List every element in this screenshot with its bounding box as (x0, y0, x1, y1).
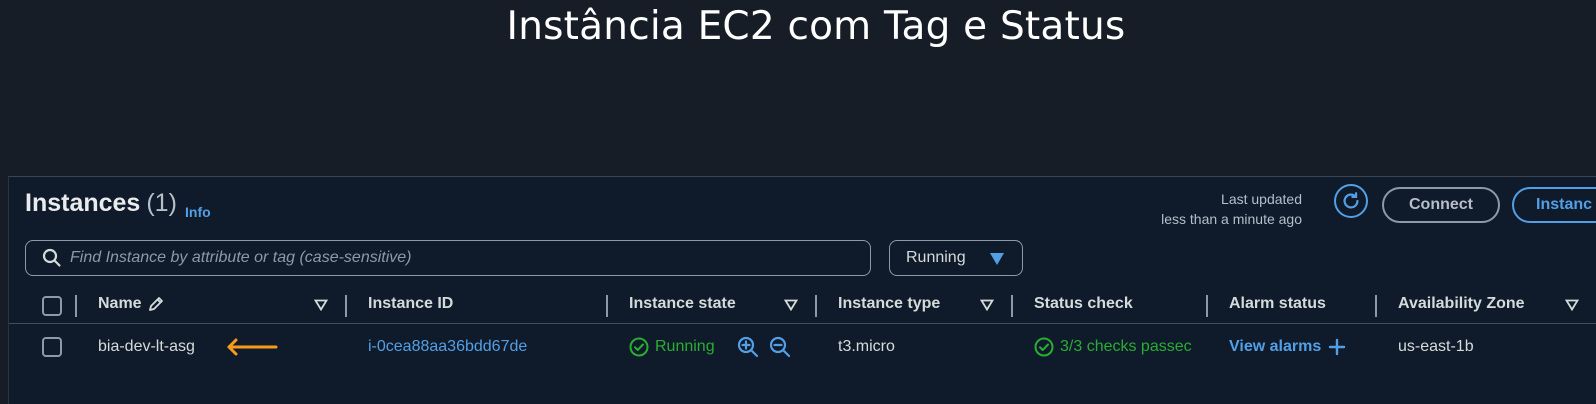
check-circle-icon (629, 337, 649, 357)
plus-icon[interactable] (1328, 338, 1346, 356)
pencil-icon (148, 297, 163, 311)
table-row[interactable]: bia-dev-lt-asg i-0cea88aa36bdd67de Runni… (9, 325, 1596, 369)
column-header-alarm-status[interactable]: Alarm status (1229, 285, 1326, 323)
state-filter-value: Running (906, 249, 966, 266)
column-header-instance-state[interactable]: Instance state (629, 285, 736, 323)
table-header: Name Instance ID Instance state Instance… (9, 285, 1596, 324)
status-check-value: 3/3 checks passec (1060, 338, 1192, 355)
refresh-icon (1343, 192, 1359, 209)
cell-name: bia-dev-lt-asg (98, 338, 195, 355)
cell-status-check: 3/3 checks passec (1034, 325, 1206, 369)
connect-button[interactable]: Connect (1382, 187, 1500, 223)
check-circle-icon (1034, 337, 1054, 357)
column-divider (815, 295, 817, 317)
sort-icon[interactable] (314, 299, 328, 311)
column-divider (606, 295, 608, 317)
search-icon (42, 248, 61, 267)
sort-icon[interactable] (1565, 299, 1579, 311)
column-header-availability-zone[interactable]: Availability Zone (1398, 285, 1525, 323)
row-checkbox[interactable] (42, 337, 62, 357)
arrow-left-icon (227, 338, 278, 356)
last-updated-value: less than a minute ago (1161, 211, 1302, 227)
state-filter-select[interactable]: Running (889, 240, 1023, 276)
column-header-instance-id[interactable]: Instance ID (368, 285, 453, 323)
instances-count: (1) (146, 189, 177, 217)
info-link[interactable]: Info (185, 204, 211, 220)
caret-down-icon (990, 253, 1004, 265)
search-input[interactable]: Find Instance by attribute or tag (case-… (25, 240, 871, 276)
sort-icon[interactable] (980, 299, 994, 311)
instance-state-value: Running (655, 338, 715, 355)
column-header-name[interactable]: Name (98, 285, 165, 323)
column-divider (1206, 295, 1208, 317)
cell-availability-zone: us-east-1b (1398, 338, 1474, 355)
instances-panel: Instances (1) Info Last updated less than… (8, 176, 1596, 404)
column-divider (345, 295, 347, 317)
column-divider (1011, 295, 1013, 317)
refresh-button[interactable] (1334, 184, 1368, 218)
column-divider (75, 295, 77, 317)
view-alarms-link[interactable]: View alarms (1229, 325, 1346, 369)
instance-state-menu-button[interactable]: Instanc (1512, 187, 1596, 223)
instances-title: Instances (25, 189, 141, 217)
column-divider (1375, 295, 1377, 317)
view-alarms-label: View alarms (1229, 338, 1322, 355)
cell-instance-type: t3.micro (838, 338, 895, 355)
instance-id-link[interactable]: i-0cea88aa36bdd67de (368, 325, 527, 369)
last-updated-label: Last updated (1221, 191, 1302, 207)
instances-heading: Instances (1) (25, 189, 177, 218)
slide-title: Instância EC2 com Tag e Status (506, 4, 1126, 49)
cell-instance-state: Running (629, 325, 715, 369)
zoom-out-icon[interactable] (769, 336, 791, 358)
search-placeholder: Find Instance by attribute or tag (case-… (70, 249, 412, 266)
zoom-in-icon[interactable] (737, 336, 759, 358)
column-header-instance-type[interactable]: Instance type (838, 285, 940, 323)
column-header-status-check[interactable]: Status check (1034, 285, 1133, 323)
last-updated: Last updated less than a minute ago (1161, 189, 1302, 229)
sort-icon[interactable] (784, 299, 798, 311)
select-all-checkbox[interactable] (42, 296, 62, 316)
